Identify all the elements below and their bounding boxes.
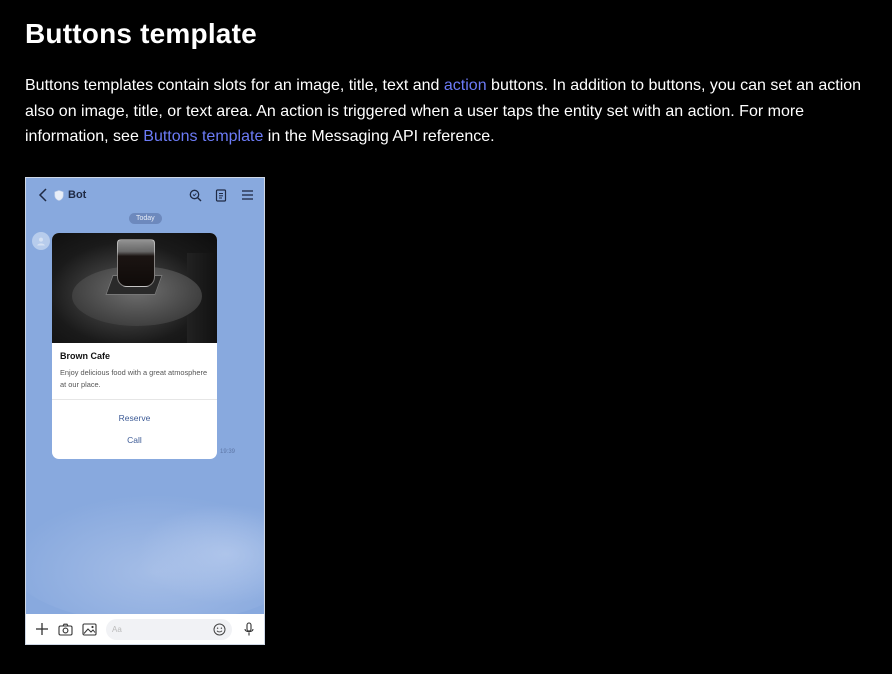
image-icon[interactable]: [82, 622, 97, 637]
intro-text-3: in the Messaging API reference.: [263, 128, 495, 145]
date-badge: Today: [129, 213, 162, 224]
notes-icon[interactable]: [214, 188, 228, 202]
call-button[interactable]: Call: [52, 429, 217, 451]
chat-bot-name: Bot: [68, 189, 87, 201]
coffee-glass: [117, 239, 155, 287]
buttons-template-card: Brown Cafe Enjoy delicious food with a g…: [52, 233, 217, 459]
page-title: Buttons template: [25, 18, 257, 49]
message-input[interactable]: Aa: [106, 618, 232, 640]
chat-header: Bot: [26, 178, 264, 212]
bot-avatar: [32, 232, 50, 250]
emoji-icon[interactable]: [213, 623, 226, 636]
phone-mockup: Bot Today Brown Cafe Enjoy delicious foo…: [25, 177, 265, 645]
shield-icon: [54, 189, 64, 201]
message-timestamp: 19:39: [220, 449, 236, 455]
buttons-template-link[interactable]: Buttons template: [143, 128, 263, 145]
reserve-button[interactable]: Reserve: [52, 407, 217, 429]
message-input-bar: Aa: [26, 614, 264, 644]
card-text[interactable]: Enjoy delicious food with a great atmosp…: [60, 367, 209, 391]
search-icon[interactable]: [188, 188, 202, 202]
message-input-placeholder: Aa: [112, 624, 122, 634]
intro-text-1: Buttons templates contain slots for an i…: [25, 77, 444, 94]
mic-icon[interactable]: [241, 621, 256, 637]
action-link[interactable]: action: [444, 77, 487, 94]
card-divider: [52, 399, 217, 400]
menu-icon[interactable]: [240, 188, 254, 202]
intro-paragraph: Buttons templates contain slots for an i…: [25, 73, 885, 150]
camera-icon[interactable]: [58, 622, 73, 637]
card-title[interactable]: Brown Cafe: [60, 351, 217, 361]
back-icon[interactable]: [36, 187, 50, 203]
header-actions: [188, 188, 254, 202]
card-image[interactable]: [52, 233, 217, 343]
plus-icon[interactable]: [34, 622, 49, 637]
